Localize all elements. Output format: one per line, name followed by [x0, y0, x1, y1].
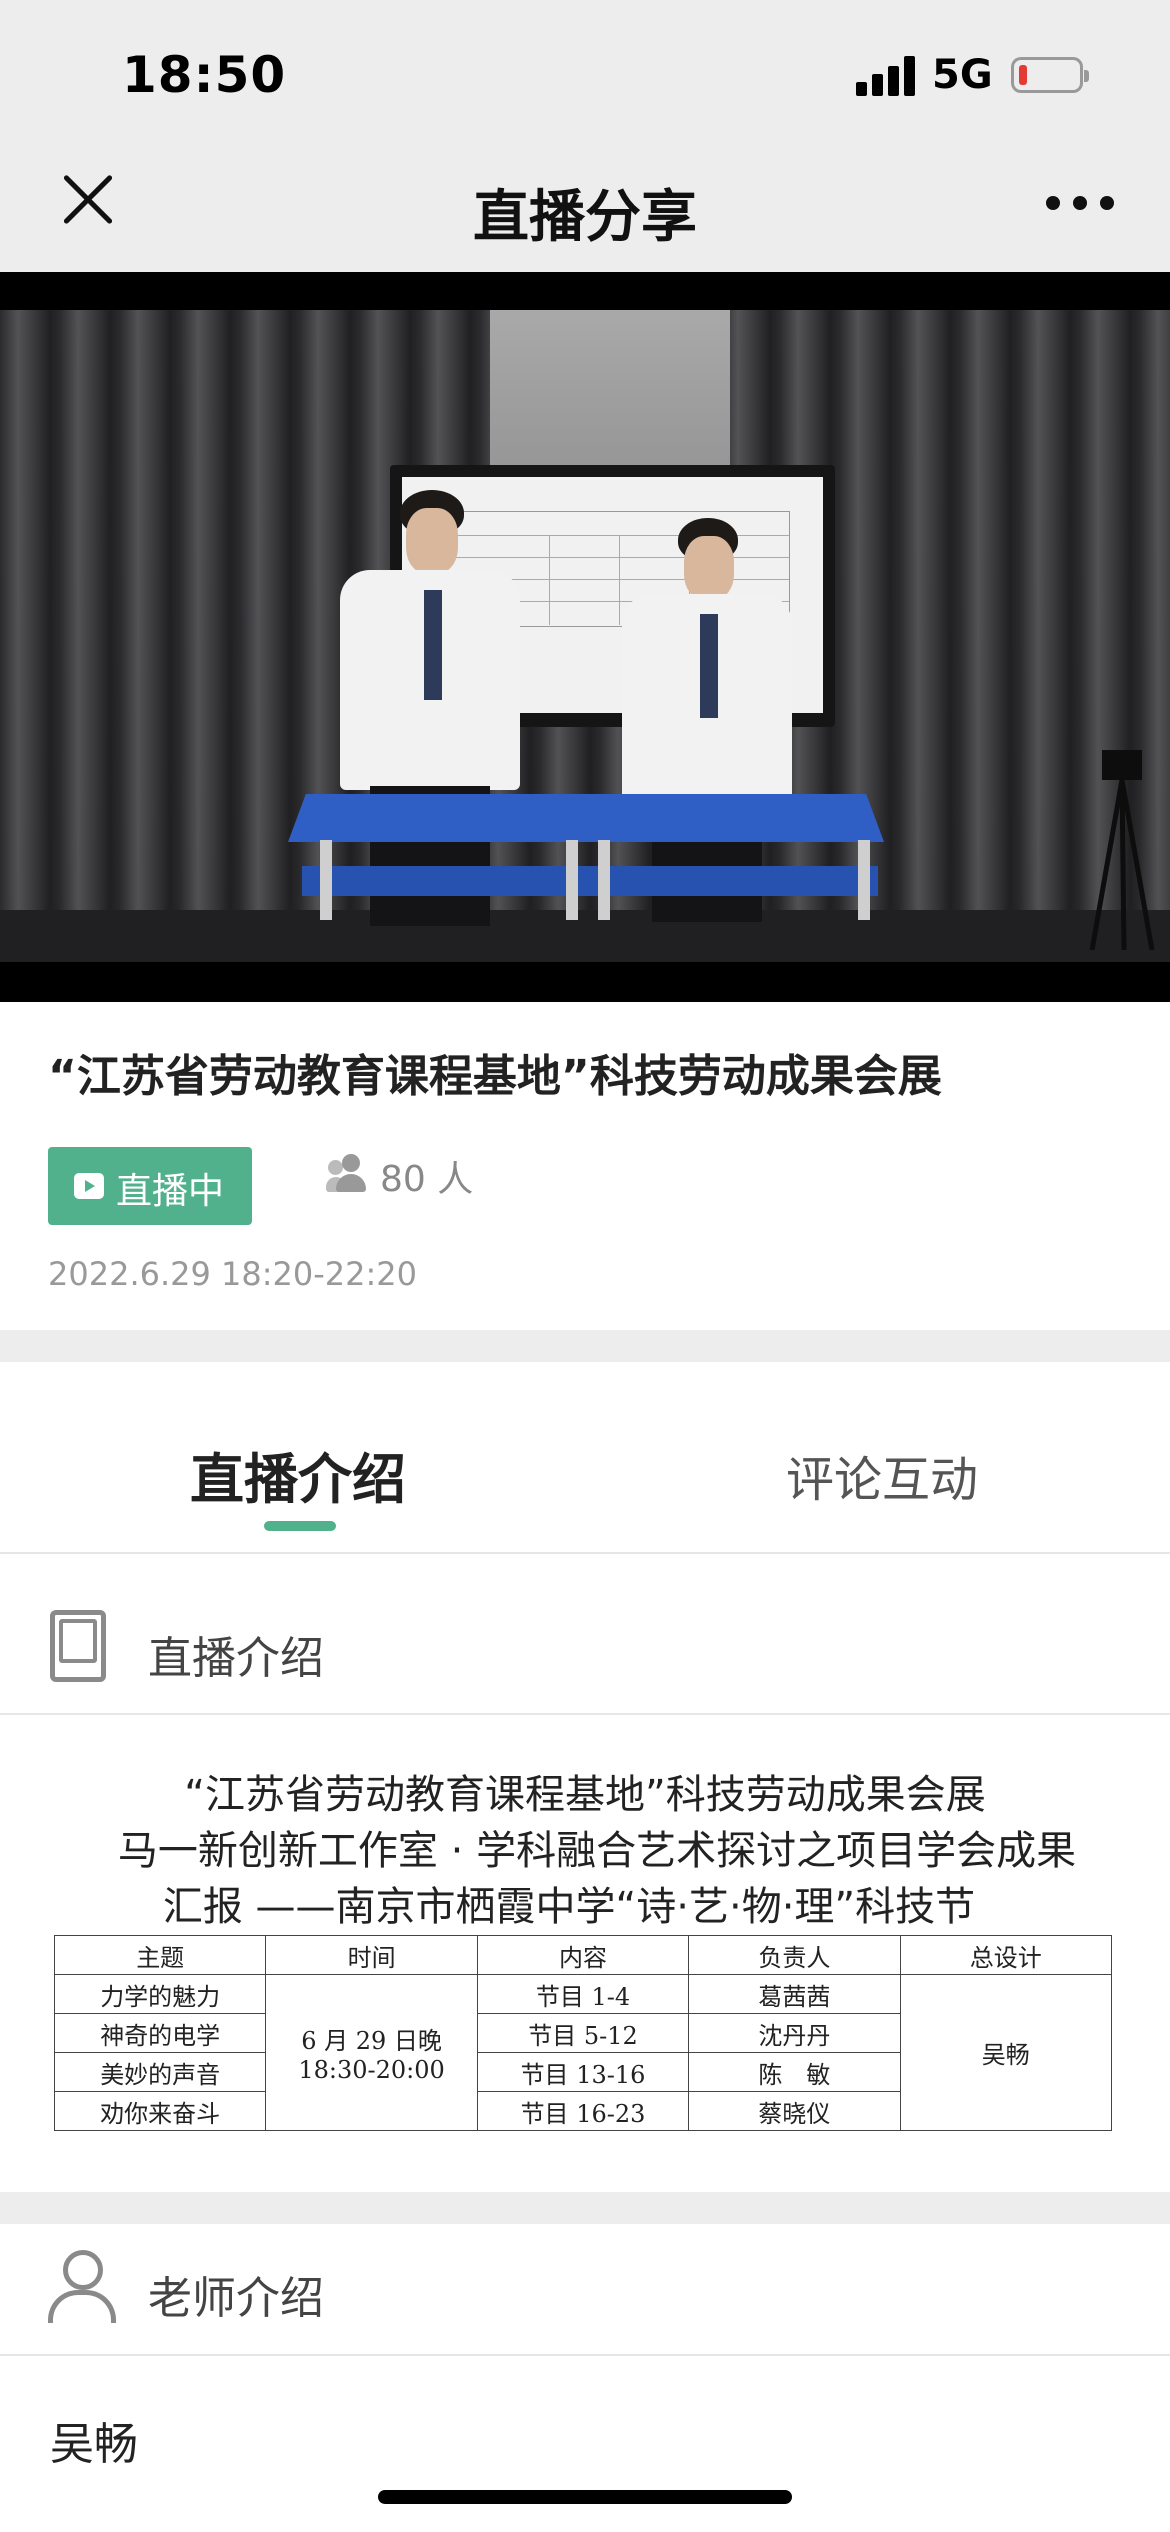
- table-cell: 陈 敏: [688, 2052, 901, 2092]
- tab-comments[interactable]: 评论互动: [786, 1440, 978, 1510]
- blue-table: [288, 794, 884, 842]
- user-icon: [46, 2250, 116, 2326]
- table-cell: 节目 13-16: [476, 2052, 690, 2092]
- table-header: 时间: [265, 1935, 478, 1975]
- table-header: 总设计: [899, 1935, 1113, 1975]
- intro-line: 汇报 ——南京市栖霞中学“诗·艺·物·理”科技节: [162, 1884, 976, 1930]
- broadcast-title: “江苏省劳动教育课程基地”科技劳动成果会展: [48, 1051, 942, 1102]
- table-cell: 劝你来奋斗: [53, 2091, 267, 2131]
- table-cell: 节目 16-23: [476, 2091, 690, 2131]
- table-header: 主题: [53, 1935, 267, 1975]
- signal-icon: [856, 56, 918, 96]
- table-header: 内容: [476, 1935, 690, 1975]
- status-time: 18:50: [122, 46, 287, 104]
- book-icon: [50, 1610, 106, 1682]
- tab-intro[interactable]: 直播介绍: [190, 1435, 406, 1514]
- table-cell: 沈丹丹: [688, 2013, 901, 2053]
- designer-cell: 吴畅: [899, 1974, 1113, 2131]
- page-title: 直播分享: [473, 185, 697, 250]
- table-cell: 美妙的声音: [53, 2052, 267, 2092]
- table-cell: 力学的魅力: [53, 1974, 267, 2014]
- table-cell: 葛茜茜: [688, 1974, 901, 2014]
- table-cell: 节目 1-4: [476, 1974, 690, 2014]
- table-cell: 神奇的电学: [53, 2013, 267, 2053]
- table-row: 力学的魅力 6 月 29 日晚 18:30-20:00 节目 1-4 葛茜茜 吴…: [53, 1974, 1113, 2131]
- active-tab-indicator: [264, 1521, 336, 1531]
- more-icon[interactable]: [1046, 196, 1114, 210]
- video-frame: [0, 310, 1170, 962]
- table-header: 负责人: [688, 1935, 901, 1975]
- table-cell: 节目 5-12: [476, 2013, 690, 2053]
- live-video-player[interactable]: [0, 272, 1170, 1002]
- home-indicator[interactable]: [378, 2490, 792, 2504]
- intro-line: “江苏省劳动教育课程基地”科技劳动成果会展: [184, 1772, 986, 1818]
- viewers-icon: [326, 1154, 370, 1194]
- time-cell: 6 月 29 日晚 18:30-20:00: [265, 1974, 478, 2131]
- battery-icon: [1011, 57, 1089, 93]
- broadcast-time: 2022.6.29 18:20-22:20: [48, 1255, 418, 1293]
- schedule-table: 主题 时间 内容 负责人 总设计 力学的魅力 6 月 29 日晚 18:30-2…: [53, 1935, 1113, 2131]
- viewer-count: 80 人: [380, 1159, 474, 1200]
- camera-tripod: [1089, 750, 1155, 950]
- tab-bar: [0, 1362, 1170, 1552]
- table-cell: 蔡晓仪: [688, 2091, 901, 2131]
- teacher-name: 吴畅: [50, 2419, 138, 2470]
- intro-section-title: 直播介绍: [148, 1633, 324, 1684]
- intro-line: 马一新创新工作室 · 学科融合艺术探讨之项目学会成果: [117, 1828, 1077, 1874]
- table-header-row: 主题 时间 内容 负责人 总设计: [53, 1935, 1113, 1975]
- live-status-badge: 直播中: [48, 1147, 252, 1225]
- teacher-section-title: 老师介绍: [148, 2273, 324, 2324]
- tv-play-icon: [74, 1173, 104, 1199]
- network-type: 5G: [932, 52, 993, 98]
